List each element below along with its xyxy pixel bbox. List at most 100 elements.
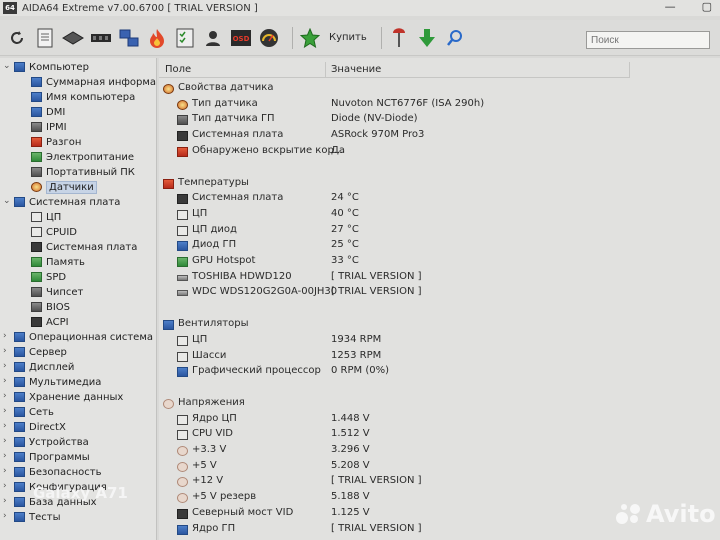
field-name: +5 V резерв: [192, 491, 257, 503]
tree-item[interactable]: Хранение данных: [14, 390, 123, 404]
tree-item[interactable]: Электропитание: [31, 150, 134, 164]
tree-item[interactable]: Операционная система: [14, 330, 153, 344]
tree-item[interactable]: Программы: [14, 450, 90, 464]
user-icon[interactable]: [202, 27, 224, 49]
table-row[interactable]: ЦП диод 27 °C: [159, 224, 629, 238]
minimize-button[interactable]: —: [665, 0, 676, 13]
tree-item[interactable]: Компьютер: [14, 60, 89, 74]
section-header[interactable]: Напряжения: [159, 397, 629, 411]
refresh-icon[interactable]: [6, 27, 28, 49]
table-row[interactable]: Диод ГП 25 °C: [159, 239, 629, 253]
tree-item[interactable]: Мультимедиа: [14, 375, 101, 389]
search-input[interactable]: [586, 31, 710, 49]
table-row[interactable]: Шасси 1253 RPM: [159, 350, 629, 364]
column-divider[interactable]: [629, 62, 630, 78]
table-row[interactable]: Северный мост VID 1.125 V: [159, 507, 629, 521]
tree-item[interactable]: Разгон: [31, 135, 81, 149]
tree-item[interactable]: IPMI: [31, 120, 67, 134]
collapsed-arrow-icon[interactable]: ›: [3, 346, 7, 356]
table-row[interactable]: ЦП 40 °C: [159, 208, 629, 222]
table-row[interactable]: ЦП 1934 RPM: [159, 334, 629, 348]
table-row[interactable]: TOSHIBA HDWD120 [ TRIAL VERSION ]: [159, 271, 629, 285]
table-row[interactable]: CPU VID 1.512 V: [159, 428, 629, 442]
memory-icon[interactable]: [90, 27, 112, 49]
tree-item[interactable]: Портативный ПК: [31, 165, 135, 179]
expand-arrow-icon[interactable]: ⌄: [3, 196, 11, 206]
sensor-icon: [177, 99, 188, 110]
tree-item[interactable]: Системная плата: [31, 240, 137, 254]
window-title: AIDA64 Extreme v7.00.6700 [ TRIAL VERSIO…: [22, 2, 258, 14]
collapsed-arrow-icon[interactable]: ›: [3, 451, 7, 461]
tree-item[interactable]: BIOS: [31, 300, 70, 314]
collapsed-arrow-icon[interactable]: ›: [3, 496, 7, 506]
table-row[interactable]: Графический процессор 0 RPM (0%): [159, 365, 629, 379]
sensor-icon: [177, 367, 188, 378]
table-row[interactable]: +12 V [ TRIAL VERSION ]: [159, 475, 629, 489]
tree-item[interactable]: SPD: [31, 270, 66, 284]
tree-item[interactable]: Сервер: [14, 345, 67, 359]
collapsed-arrow-icon[interactable]: ›: [3, 406, 7, 416]
collapsed-arrow-icon[interactable]: ›: [3, 481, 7, 491]
table-row[interactable]: Ядро ЦП 1.448 V: [159, 413, 629, 427]
maximize-button[interactable]: ▢: [702, 0, 712, 13]
tree-item-icon: [14, 62, 25, 72]
tree-item[interactable]: Системная плата: [14, 195, 120, 209]
tree-item[interactable]: Устройства: [14, 435, 89, 449]
collapsed-arrow-icon[interactable]: ›: [3, 391, 7, 401]
report-icon[interactable]: [34, 27, 56, 49]
buy-button[interactable]: Купить: [329, 32, 367, 43]
tree-item[interactable]: Имя компьютера: [31, 90, 135, 104]
tree-item[interactable]: ACPI: [31, 315, 69, 329]
table-row[interactable]: GPU Hotspot 33 °C: [159, 255, 629, 269]
table-row[interactable]: Системная плата 24 °C: [159, 192, 629, 206]
tree-item[interactable]: Чипсет: [31, 285, 83, 299]
section-header[interactable]: Вентиляторы: [159, 318, 629, 332]
collapsed-arrow-icon[interactable]: ›: [3, 511, 7, 521]
collapsed-arrow-icon[interactable]: ›: [3, 376, 7, 386]
tree-item[interactable]: Память: [31, 255, 85, 269]
table-row[interactable]: +5 V резерв 5.188 V: [159, 491, 629, 505]
table-row[interactable]: Системная плата ASRock 970M Pro3: [159, 129, 629, 143]
column-header-field[interactable]: Поле: [165, 64, 191, 75]
tree-item[interactable]: DirectX: [14, 420, 66, 434]
tree-item[interactable]: DMI: [31, 105, 65, 119]
tree-item[interactable]: ЦП: [31, 210, 61, 224]
search-icon[interactable]: [444, 27, 466, 49]
field-value: [ TRIAL VERSION ]: [331, 270, 422, 282]
table-row[interactable]: Обнаружено вскрытие кор... Да: [159, 145, 629, 159]
section-header[interactable]: Свойства датчика: [159, 82, 629, 96]
collapsed-arrow-icon[interactable]: ›: [3, 466, 7, 476]
checklist-icon[interactable]: [174, 27, 196, 49]
expand-arrow-icon[interactable]: ⌄: [3, 61, 11, 71]
tree-item[interactable]: Безопасность: [14, 465, 102, 479]
collapsed-arrow-icon[interactable]: ›: [3, 421, 7, 431]
network-icon[interactable]: [118, 27, 140, 49]
tree-item[interactable]: Дисплей: [14, 360, 74, 374]
gauge-icon[interactable]: [258, 27, 280, 49]
table-row[interactable]: Тип датчика ГП Diode (NV-Diode): [159, 113, 629, 127]
collapsed-arrow-icon[interactable]: ›: [3, 361, 7, 371]
tree-item[interactable]: Суммарная информаци: [31, 75, 156, 89]
table-row[interactable]: WDC WDS120G2G0A-00JH30[ TRIAL VERSION ]: [159, 286, 629, 300]
tree-item[interactable]: CPUID: [31, 225, 77, 239]
table-row[interactable]: +3.3 V 3.296 V: [159, 444, 629, 458]
table-row[interactable]: Ядро ГП [ TRIAL VERSION ]: [159, 523, 629, 537]
tool-icon[interactable]: [388, 27, 410, 49]
section-header[interactable]: Температуры: [159, 177, 629, 191]
column-divider[interactable]: [325, 62, 326, 78]
tree-item[interactable]: Сеть: [14, 405, 54, 419]
flame-icon[interactable]: [146, 27, 168, 49]
tree-item-icon: [14, 197, 25, 207]
osd-icon[interactable]: OSD: [230, 27, 252, 49]
table-row[interactable]: Тип датчика Nuvoton NCT6776F (ISA 290h): [159, 98, 629, 112]
collapsed-arrow-icon[interactable]: ›: [3, 436, 7, 446]
table-row[interactable]: +5 V 5.208 V: [159, 460, 629, 474]
tree-item[interactable]: Тесты: [14, 510, 60, 524]
column-header-value[interactable]: Значение: [331, 64, 381, 75]
tree-item-icon: [31, 122, 42, 132]
download-icon[interactable]: [416, 27, 438, 49]
chip-icon[interactable]: [62, 27, 84, 49]
tree-item[interactable]: Датчики: [31, 180, 97, 194]
star-icon[interactable]: [299, 27, 321, 49]
collapsed-arrow-icon[interactable]: ›: [3, 331, 7, 341]
